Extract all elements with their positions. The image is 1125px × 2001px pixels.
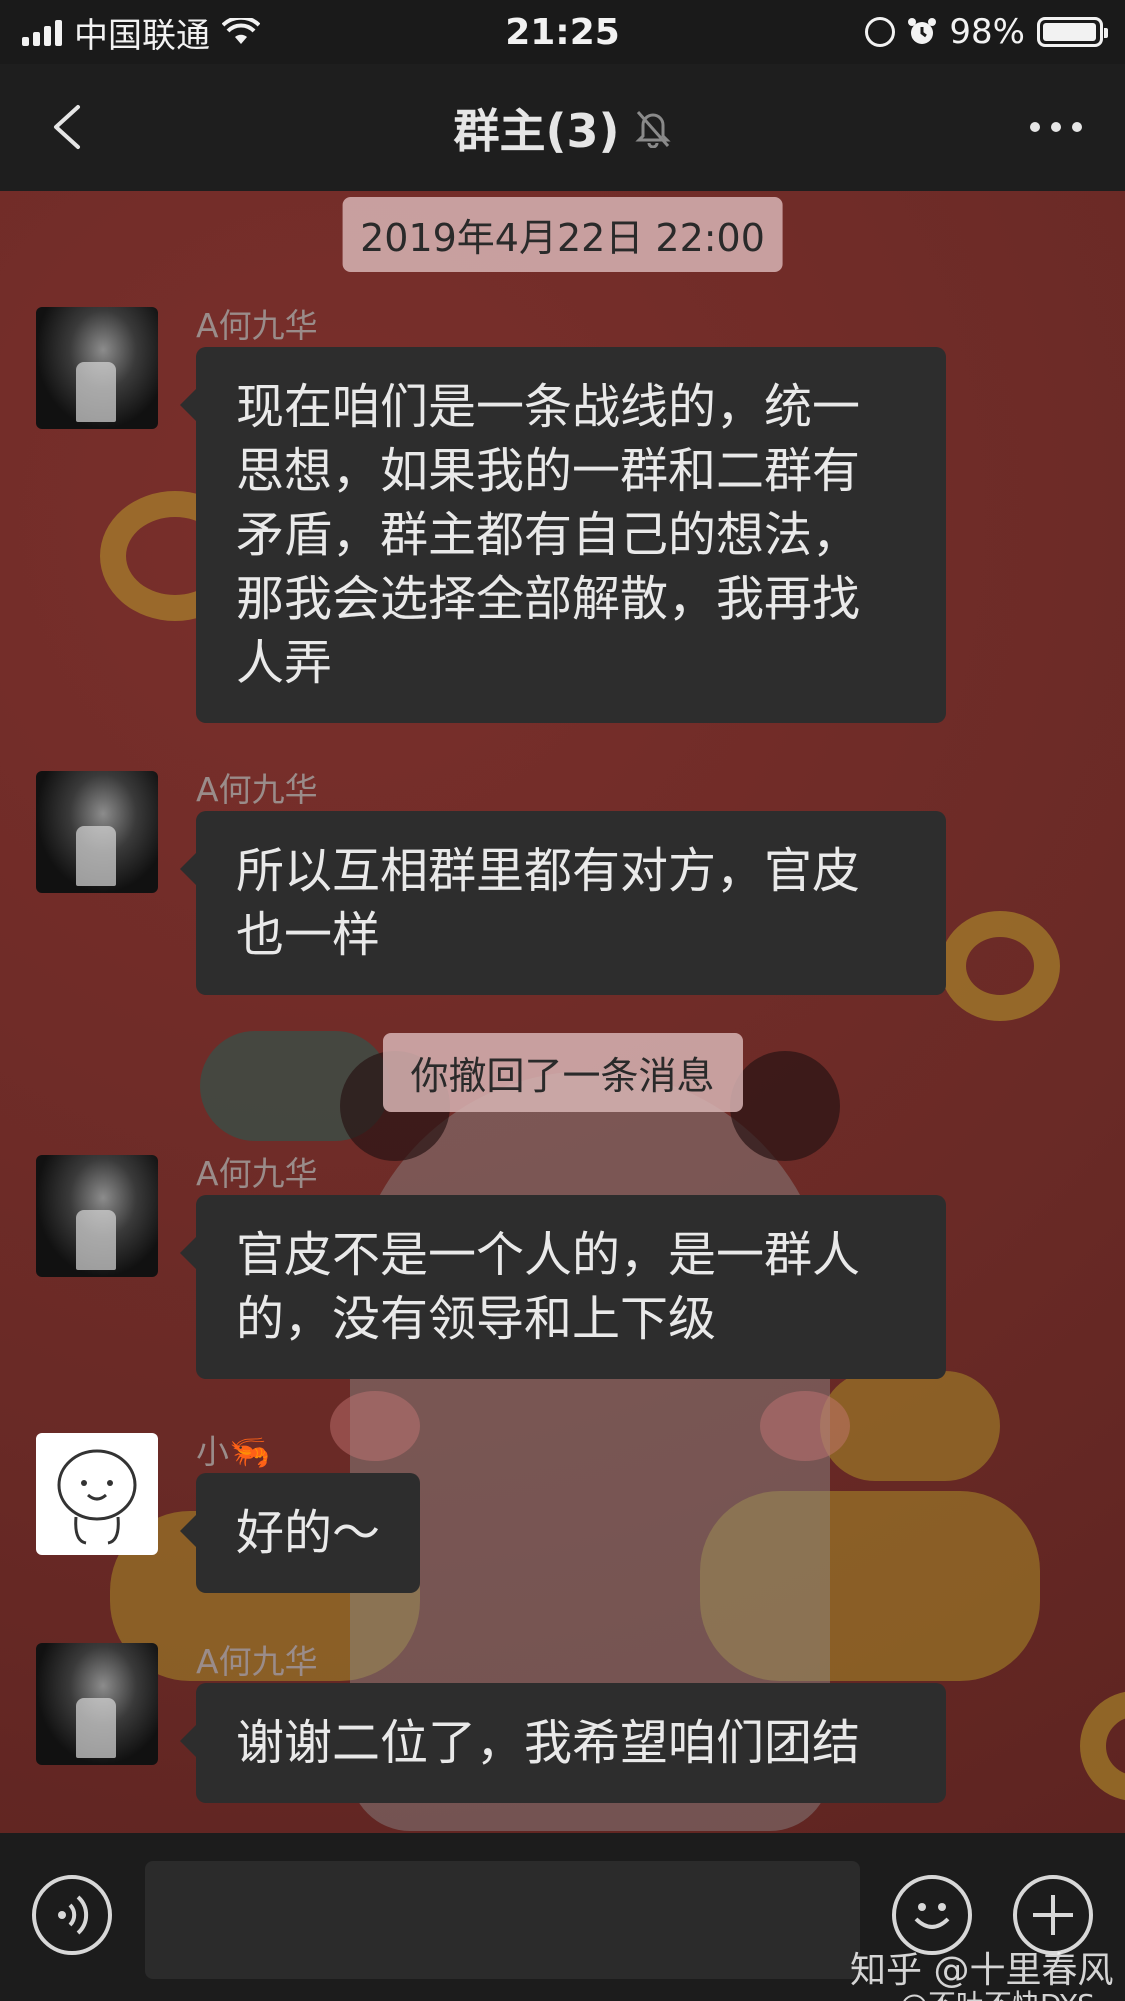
orientation-lock-icon <box>865 17 896 47</box>
message-bubble[interactable]: 好的～ <box>179 1473 421 1593</box>
wallpaper-coin-right <box>940 911 1060 1021</box>
chat-title: 群主(3) <box>453 95 671 161</box>
avatar[interactable] <box>36 1155 158 1277</box>
timestamp-divider: 2019年4月22日 22:00 <box>342 197 783 272</box>
battery-percent: 98% <box>949 12 1025 52</box>
wifi-icon <box>222 18 260 44</box>
voice-input-button[interactable] <box>32 1875 112 1955</box>
sender-name: 小🦐 <box>196 1432 271 1471</box>
message-input[interactable] <box>145 1861 860 1979</box>
cellular-signal-icon <box>22 18 62 46</box>
message-bubble[interactable]: 谢谢二位了，我希望咱们团结 <box>180 1683 946 1803</box>
sender-name: A何九华 <box>196 306 318 345</box>
wallpaper-panda-ear-right <box>730 1051 840 1161</box>
weibo-watermark: @不吐不快DYS <box>900 1983 1095 2001</box>
sender-name: A何九华 <box>196 1642 318 1681</box>
avatar[interactable] <box>36 1643 158 1765</box>
status-right: 98% <box>865 12 1108 52</box>
wallpaper-panda-cheek-right <box>760 1391 850 1461</box>
input-bar: 知乎 @十里春风 @不吐不快DYS <box>0 1833 1125 2001</box>
carrier-label: 中国联通 <box>74 15 210 56</box>
chat-header: 群主(3) <box>0 64 1125 191</box>
message-bubble[interactable]: 现在咱们是一条战线的，统一思想，如果我的一群和二群有矛盾，群主都有自己的想法，那… <box>180 347 946 723</box>
avatar[interactable] <box>36 307 158 429</box>
chat-area[interactable]: 2019年4月22日 22:00 A何九华 现在咱们是一条战线的，统一思想，如果… <box>0 191 1125 1833</box>
recalled-message-notice: 你撤回了一条消息 <box>382 1033 743 1112</box>
battery-icon <box>1037 17 1108 47</box>
clock: 21:25 <box>505 11 620 53</box>
chat-title-text: 群主(3) <box>453 103 620 158</box>
status-left: 中国联通 <box>22 8 260 57</box>
ellipsis-icon[interactable] <box>1027 112 1085 142</box>
battery-level <box>1043 23 1096 41</box>
voice-icon <box>58 1895 89 1935</box>
avatar-doodle <box>57 1449 137 1545</box>
avatar[interactable] <box>36 1433 158 1555</box>
alarm-icon <box>908 18 937 44</box>
sender-name: A何九华 <box>196 1154 318 1193</box>
chevron-left-icon[interactable] <box>50 104 84 150</box>
status-bar: 中国联通 21:25 98% <box>0 0 1125 64</box>
bell-slash-icon <box>634 110 671 148</box>
wallpaper-panda-cheek-left <box>330 1391 420 1461</box>
avatar[interactable] <box>36 771 158 893</box>
message-bubble[interactable]: 官皮不是一个人的，是一群人的，没有领导和上下级 <box>180 1195 946 1379</box>
sender-name: A何九华 <box>196 770 318 809</box>
wallpaper-coin-edge <box>1080 1691 1125 1801</box>
message-bubble[interactable]: 所以互相群里都有对方，官皮也一样 <box>180 811 946 995</box>
